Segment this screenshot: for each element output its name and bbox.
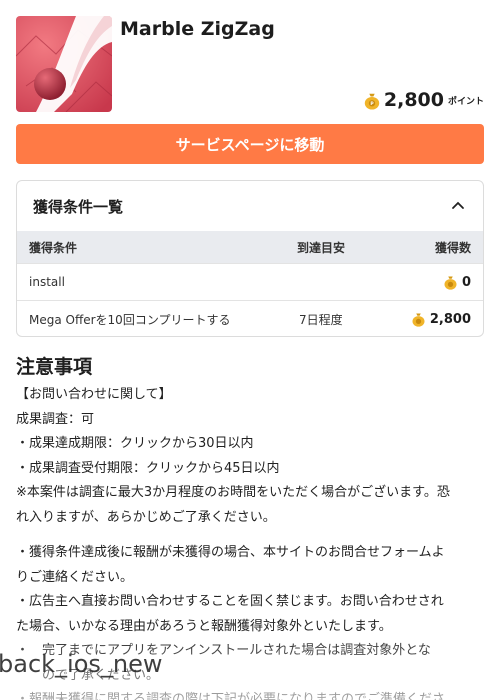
row-condition: Mega Offerを10回コンプリートする bbox=[29, 312, 231, 327]
note-line: りご連絡ください。 bbox=[16, 569, 134, 585]
conditions-title: 獲得条件一覧 bbox=[33, 197, 124, 216]
note-line: た場合、いかなる理由があろうと報酬獲得対象外といたします。 bbox=[16, 618, 392, 634]
note-line: 【お問い合わせに関して】 bbox=[16, 387, 172, 402]
coin-bag-icon: P bbox=[364, 93, 380, 110]
coin-bag-icon bbox=[444, 276, 457, 290]
chevron-up-icon[interactable] bbox=[449, 197, 467, 215]
notes-section: 注意事項 【お問い合わせに関して】 成果調査：可 ・成果達成期限：クリックから3… bbox=[16, 352, 486, 700]
note-line: れ入りますが、あらかじめご了承ください。 bbox=[16, 509, 276, 525]
row-reward-value: 2,800 bbox=[429, 311, 471, 327]
note-spacer bbox=[16, 530, 486, 541]
points-value: 2,800 bbox=[383, 89, 444, 111]
conditions-header[interactable]: 獲得条件一覧 bbox=[17, 181, 483, 231]
header-reward: 獲得数 bbox=[434, 240, 471, 255]
table-row: Mega Offerを10回コンプリートする 7日程度 2,800 bbox=[17, 300, 483, 336]
row-reward-value: 0 bbox=[461, 274, 471, 290]
header-eta: 到達目安 bbox=[297, 240, 346, 255]
note-line: ・獲得条件達成後に報酬が未獲得の場合、本サイトのお問合せフォームよ bbox=[16, 545, 445, 560]
app-header: Marble ZigZag P 2,800 ポイント bbox=[16, 16, 484, 112]
points-display: P 2,800 ポイント bbox=[363, 90, 484, 110]
conditions-table: 獲得条件 到達目安 獲得数 install 0 Mega Offerを10回コン… bbox=[17, 231, 483, 336]
coin-bag-icon bbox=[412, 313, 425, 327]
app-icon bbox=[16, 16, 112, 112]
table-header-row: 獲得条件 到達目安 獲得数 bbox=[17, 231, 483, 263]
note-line: 成果調査：可 bbox=[16, 411, 95, 427]
notes-title: 注意事項 bbox=[16, 356, 93, 378]
note-line: ※本案件は調査に最大3か月程度のお時間をいただく場合がございます。恐 bbox=[16, 485, 450, 500]
points-unit: ポイント bbox=[447, 97, 484, 107]
row-reward: 2,800 bbox=[387, 312, 483, 327]
row-condition: install bbox=[29, 275, 65, 289]
note-line: ・成果調査受付期限：クリックから45日以内 bbox=[16, 460, 280, 476]
row-eta: 7日程度 bbox=[299, 312, 343, 327]
table-row: install 0 bbox=[17, 263, 483, 300]
conditions-card: 獲得条件一覧 獲得条件 到達目安 獲得数 install 0 Mega Offe… bbox=[16, 180, 484, 337]
note-line: ・報酬未獲得に関する調査の際は下記が必要になりますのでご準備くださ bbox=[16, 692, 446, 700]
note-line: ・成果達成期限：クリックから30日以内 bbox=[16, 436, 254, 451]
go-to-service-page-button[interactable]: サービスページに移動 bbox=[16, 124, 484, 164]
row-reward: 0 bbox=[387, 275, 483, 290]
back-button-label[interactable]: back_ios_new bbox=[0, 650, 163, 678]
header-condition: 獲得条件 bbox=[29, 240, 78, 255]
app-title: Marble ZigZag bbox=[120, 18, 275, 40]
note-line: ・広告主へ直接お問い合わせすることを固く禁じます。お問い合わせされ bbox=[16, 594, 444, 609]
